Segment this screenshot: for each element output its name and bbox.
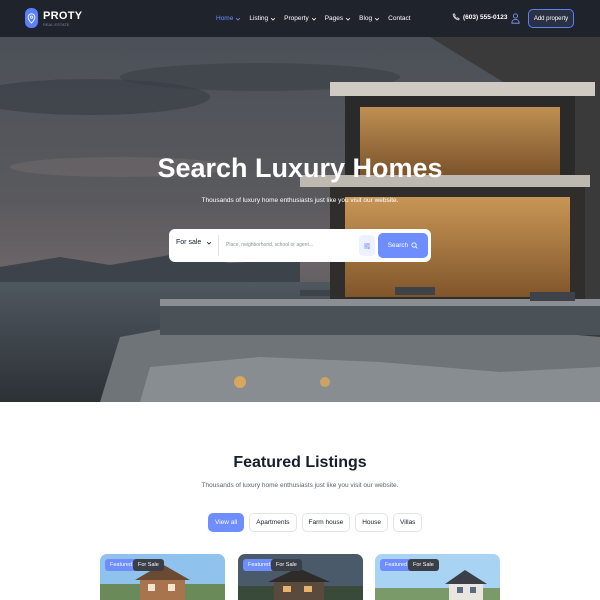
- brand-name: PROTY: [43, 9, 83, 22]
- site-header: PROTY REAL ESTATE Home Listing Property …: [0, 0, 600, 37]
- header-phone[interactable]: (603) 555-0123: [452, 13, 507, 21]
- chevron-down-icon: [236, 17, 241, 21]
- tab-apartments[interactable]: Apartments: [249, 513, 297, 532]
- search-button[interactable]: Search: [378, 233, 428, 258]
- nav-item-pages[interactable]: Pages: [325, 15, 351, 22]
- tab-villas[interactable]: Villas: [393, 513, 423, 532]
- badge-status: For Sale: [408, 559, 439, 571]
- nav-item-home[interactable]: Home: [216, 15, 241, 22]
- chevron-down-icon: [375, 17, 380, 21]
- hero-title: Search Luxury Homes: [157, 153, 443, 183]
- location-pin-icon: [25, 8, 38, 28]
- search-bar: For sale Search: [169, 229, 431, 262]
- user-icon[interactable]: [510, 12, 520, 24]
- chevron-down-icon: [207, 241, 212, 245]
- listing-type-value: For sale: [176, 239, 202, 246]
- hero-background-image: [0, 37, 600, 402]
- nav-label: Blog: [359, 15, 373, 22]
- search-icon: [411, 242, 418, 249]
- listing-card[interactable]: Featured For Sale: [100, 554, 225, 600]
- badge-status: For Sale: [133, 559, 164, 571]
- tab-view-all[interactable]: View all: [208, 513, 245, 532]
- listing-tabs: View all Apartments Farm house House Vil…: [208, 513, 423, 532]
- search-input[interactable]: [226, 237, 356, 253]
- nav-item-blog[interactable]: Blog: [359, 15, 380, 22]
- hero-section: Search Luxury Homes Thousands of luxury …: [0, 37, 600, 402]
- nav-label: Pages: [324, 15, 344, 22]
- phone-icon: [452, 13, 460, 21]
- search-button-label: Search: [387, 242, 409, 249]
- nav-label: Listing: [249, 15, 269, 22]
- chevron-down-icon: [346, 17, 351, 21]
- chevron-down-icon: [311, 17, 316, 21]
- tab-farm-house[interactable]: Farm house: [301, 513, 351, 532]
- nav-label: Contact: [388, 15, 411, 22]
- brand-tagline: REAL ESTATE: [43, 21, 70, 27]
- tab-house[interactable]: House: [355, 513, 389, 532]
- featured-title: Featured Listings: [233, 454, 367, 471]
- nav-item-contact[interactable]: Contact: [388, 15, 410, 22]
- divider: [218, 235, 219, 256]
- listing-card[interactable]: Featured For Sale: [238, 554, 363, 600]
- filter-button[interactable]: [359, 235, 375, 256]
- hero-subtitle: Thousands of luxury home enthusiasts jus…: [201, 197, 399, 204]
- add-property-button[interactable]: Add property: [528, 9, 574, 28]
- listing-card[interactable]: Featured For Sale: [375, 554, 500, 600]
- badge-status: For Sale: [271, 559, 302, 571]
- sliders-icon: [364, 242, 370, 249]
- main-nav: Home Listing Property Pages Blog Contact: [216, 0, 411, 37]
- nav-item-listing[interactable]: Listing: [249, 15, 276, 22]
- nav-label: Home: [216, 15, 234, 22]
- phone-number: (603) 555-0123: [463, 13, 508, 21]
- chevron-down-icon: [271, 17, 276, 21]
- nav-item-property[interactable]: Property: [284, 15, 317, 22]
- brand-logo[interactable]: PROTY REAL ESTATE: [25, 8, 82, 28]
- listing-type-select[interactable]: For sale: [176, 239, 212, 246]
- featured-subtitle: Thousands of luxury home enthusiasts jus…: [201, 482, 399, 489]
- nav-label: Property: [284, 15, 309, 22]
